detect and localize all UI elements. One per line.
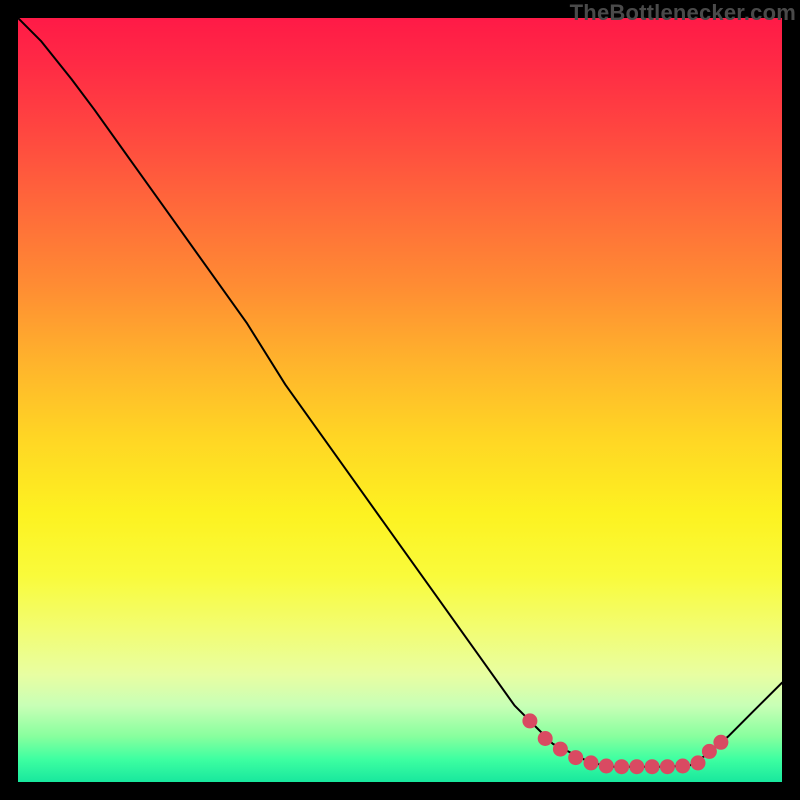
marker-point: [702, 744, 716, 758]
marker-point: [714, 735, 728, 749]
marker-point: [569, 751, 583, 765]
marker-point: [630, 760, 644, 774]
marker-point: [523, 714, 537, 728]
marker-point: [645, 760, 659, 774]
marker-point: [615, 760, 629, 774]
marker-point: [599, 759, 613, 773]
marker-point: [676, 759, 690, 773]
bottleneck-curve: [18, 18, 782, 767]
marker-point: [691, 756, 705, 770]
marker-point: [538, 732, 552, 746]
marker-point: [660, 760, 674, 774]
chart-frame: TheBottlenecker.com: [0, 0, 800, 800]
marker-point: [553, 742, 567, 756]
chart-plot: [18, 18, 782, 782]
watermark-text: TheBottlenecker.com: [570, 0, 796, 26]
marker-point: [584, 756, 598, 770]
